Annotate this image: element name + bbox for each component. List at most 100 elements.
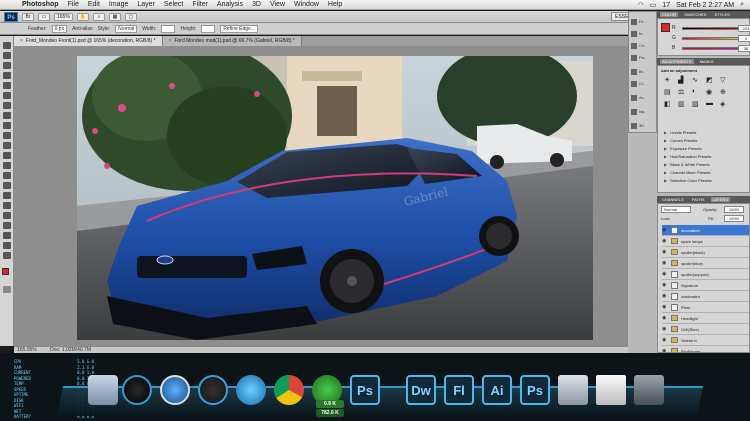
width-input[interactable] [161, 24, 176, 33]
paragraph-panel-icon[interactable]: Pa.. [631, 53, 655, 62]
layer-row[interactable]: ◉ decoration [662, 225, 749, 236]
vibrance-icon[interactable]: ▽ [720, 76, 725, 84]
menu-analysis[interactable]: Analysis [217, 1, 243, 8]
chrome-icon[interactable] [274, 375, 304, 405]
layer-row[interactable]: ◉ windowtint [662, 291, 749, 302]
shape-tool-icon[interactable] [3, 212, 11, 219]
visibility-eye-icon[interactable]: ◉ [662, 293, 668, 299]
tab-layers[interactable]: LAYERS [710, 197, 731, 202]
preset-exposure[interactable]: ▶ Exposure Presets [664, 145, 750, 152]
fill-input[interactable]: 100% [724, 215, 744, 222]
fg-color-chip[interactable] [661, 23, 670, 32]
layer-row[interactable]: ◉ BkgFender [662, 346, 749, 352]
zoom-select[interactable]: 165% [54, 12, 73, 21]
itunes-icon[interactable] [198, 375, 228, 405]
levels-icon[interactable]: ▟ [678, 76, 683, 84]
minibridge-button[interactable]: ▭ [38, 12, 50, 21]
system-preferences-icon[interactable] [236, 375, 266, 405]
menu-window[interactable]: Window [294, 1, 319, 8]
marquee-tool-icon[interactable] [3, 52, 11, 59]
feather-input[interactable]: 0 px [51, 24, 68, 33]
disk-icon[interactable] [558, 375, 588, 405]
screen-mode-button[interactable]: ▢ [125, 12, 138, 21]
gradient-map-icon[interactable]: ▬ [706, 100, 713, 107]
zoom-tool-button[interactable]: ⌕ [93, 12, 106, 21]
history-brush-tool-icon[interactable] [3, 132, 11, 139]
tab-styles[interactable]: STYLES [712, 12, 731, 17]
safari-icon[interactable] [160, 375, 190, 405]
brightness-icon[interactable]: ☀ [664, 76, 670, 84]
clock[interactable]: Sat Feb 2 2:27 AM [676, 2, 734, 9]
layer-row[interactable]: ◉ Sidesk.rt [662, 335, 749, 346]
tab-adjustments[interactable]: ADJUSTMENTS [660, 59, 694, 64]
foreground-color-swatch[interactable] [2, 268, 9, 275]
visibility-eye-icon[interactable]: ◉ [662, 238, 668, 244]
channel-b-value[interactable]: 38 [738, 45, 750, 52]
3d-orbit-tool-icon[interactable] [3, 232, 11, 239]
trash-icon[interactable] [634, 375, 664, 405]
menu-file[interactable]: File [68, 1, 79, 8]
tab-masks[interactable]: MASKS [698, 59, 716, 64]
menu-layer[interactable]: Layer [137, 1, 155, 8]
eraser-tool-icon[interactable] [3, 142, 11, 149]
layer-row[interactable]: ◉ spare lamps [662, 236, 749, 247]
type-tool-icon[interactable] [3, 192, 11, 199]
wifi-icon[interactable]: ◠ [638, 1, 644, 9]
actions-panel-icon[interactable]: Ac.. [631, 93, 655, 102]
preset-selective-color[interactable]: ▶ Selective Color Presets [664, 177, 750, 184]
menu-select[interactable]: Select [164, 1, 183, 8]
opacity-input[interactable]: 100% [724, 206, 744, 213]
move-tool-icon[interactable] [3, 42, 11, 49]
history-panel-icon[interactable]: Hi.. [631, 17, 655, 26]
menu-help[interactable]: Help [328, 1, 342, 8]
healing-tool-icon[interactable] [3, 102, 11, 109]
brush-tool-icon[interactable] [3, 112, 11, 119]
menu-filter[interactable]: Filter [192, 1, 208, 8]
3d-rotate-tool-icon[interactable] [3, 222, 11, 229]
height-input[interactable] [201, 24, 216, 33]
blend-mode-select[interactable]: Normal [661, 206, 691, 213]
layer-row[interactable]: ◉ Headlight [662, 313, 749, 324]
hand-tool-button[interactable]: ✋ [76, 12, 90, 21]
preset-hue-saturation[interactable]: ▶ Hue/Saturation Presets [664, 153, 750, 160]
exposure-icon[interactable]: ◩ [706, 76, 713, 84]
curves-icon[interactable]: ∿ [692, 76, 698, 84]
photoshop2-icon[interactable]: Ps [520, 375, 550, 405]
spotlight-icon[interactable]: ⌕ [740, 1, 744, 9]
quick-mask-icon[interactable] [3, 286, 11, 293]
layer-row[interactable]: ◉ spoiler(support) [662, 269, 749, 280]
visibility-eye-icon[interactable]: ◉ [662, 304, 668, 310]
refine-edge-button[interactable]: Refine Edge... [220, 24, 258, 33]
tab-paths[interactable]: PATHS [690, 197, 707, 202]
visibility-eye-icon[interactable]: ◉ [662, 326, 668, 332]
flash-icon[interactable]: Fl [444, 375, 474, 405]
preset-levels[interactable]: ▶ Levels Presets [664, 129, 750, 136]
navigator-panel-icon[interactable]: Na.. [631, 107, 655, 116]
dodge-tool-icon[interactable] [3, 172, 11, 179]
antialias-checkbox[interactable]: Anti-alias [72, 26, 93, 32]
selective-color-icon[interactable]: ◈ [720, 100, 725, 108]
photoshop-icon[interactable]: Ps [350, 375, 380, 405]
brush-panel-icon[interactable]: Br.. [631, 67, 655, 76]
close-icon[interactable]: × [169, 36, 172, 46]
black-white-icon[interactable]: ◐ [692, 88, 696, 95]
tab-document-front[interactable]: × Ford_Mondeo Front(1).psd @ 165% (decor… [14, 36, 163, 46]
color-balance-icon[interactable]: ⚖ [678, 88, 684, 96]
layer-row[interactable]: ◉ spoiler(black) [662, 247, 749, 258]
layer-row[interactable]: ◉ spoiler(blue) [662, 258, 749, 269]
tab-channels[interactable]: CHANNELS [660, 197, 686, 202]
info-panel-icon[interactable]: In.. [631, 29, 655, 38]
hue-saturation-icon[interactable]: ▤ [664, 88, 671, 96]
quick-select-tool-icon[interactable] [3, 72, 11, 79]
menu-photoshop[interactable]: Photoshop [22, 1, 59, 8]
character-panel-icon[interactable]: Ch.. [631, 41, 655, 50]
zoom-tool-icon[interactable] [3, 252, 11, 259]
3d-panel-icon[interactable]: 3D [631, 121, 655, 130]
crop-tool-icon[interactable] [3, 82, 11, 89]
channel-mixer-icon[interactable]: ⊕ [720, 88, 726, 96]
lasso-tool-icon[interactable] [3, 62, 11, 69]
visibility-eye-icon[interactable]: ◉ [662, 271, 668, 277]
pen-tool-icon[interactable] [3, 182, 11, 189]
visibility-eye-icon[interactable]: ◉ [662, 315, 668, 321]
preset-curves[interactable]: ▶ Curves Presets [664, 137, 750, 144]
